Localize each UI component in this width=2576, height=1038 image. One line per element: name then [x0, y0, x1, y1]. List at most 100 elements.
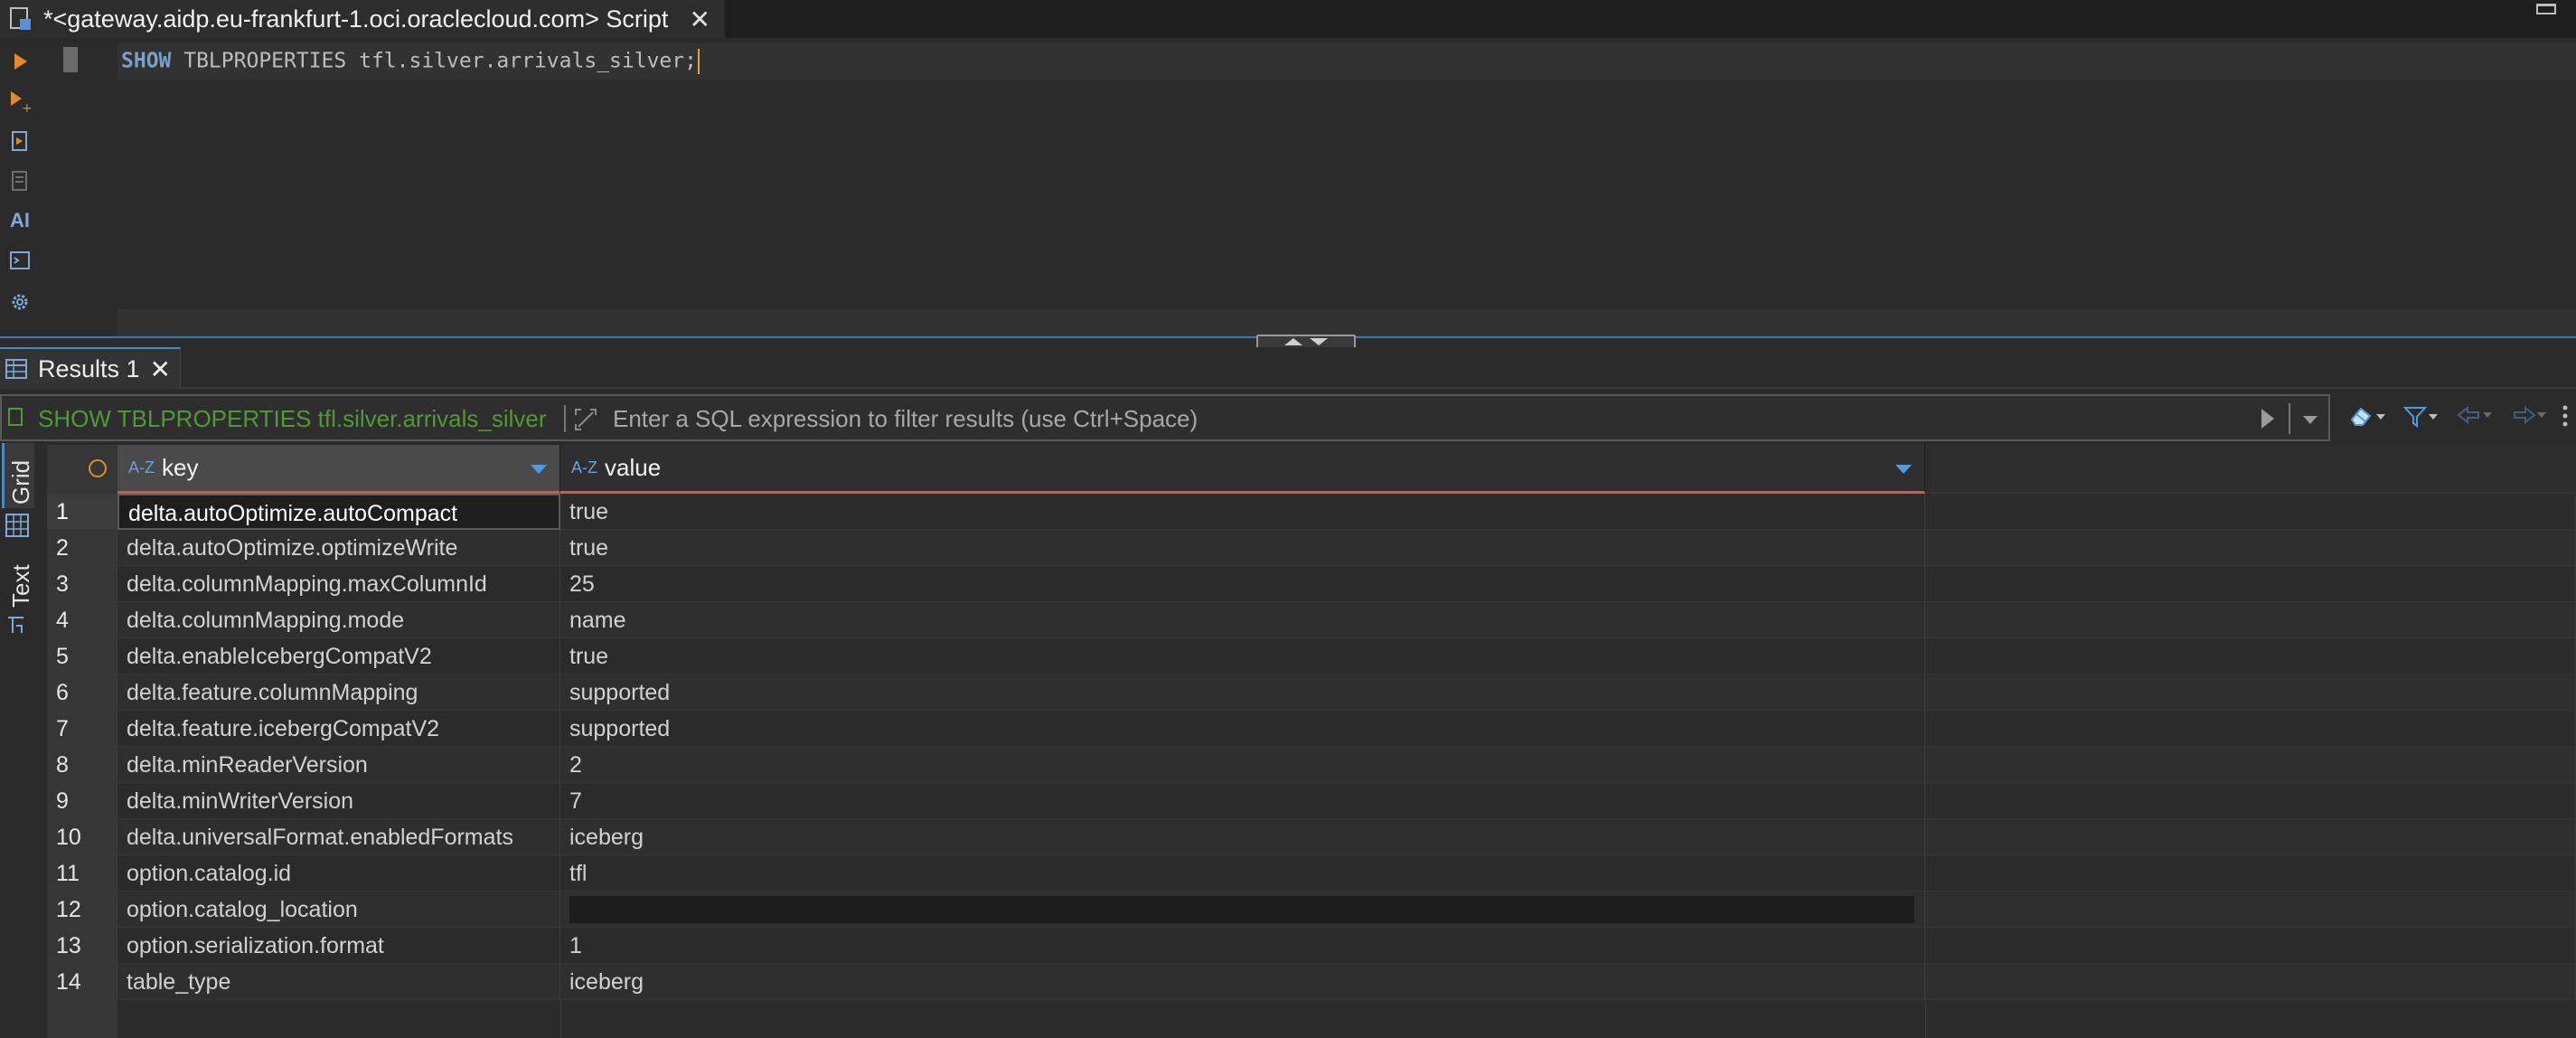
- row-number[interactable]: 10: [47, 819, 118, 855]
- panel-splitter[interactable]: [0, 335, 2576, 349]
- apply-filter-icon[interactable]: [2261, 409, 2274, 429]
- maximize-up-icon[interactable]: [1284, 338, 1302, 345]
- cell-key[interactable]: delta.feature.columnMapping: [118, 675, 560, 711]
- chevron-down-icon[interactable]: [2375, 412, 2386, 421]
- table-row[interactable]: 5 delta.enableIcebergCompatV2 true: [47, 638, 2576, 675]
- cell-value[interactable]: iceberg: [560, 819, 1925, 855]
- cell-key[interactable]: delta.enableIcebergCompatV2: [118, 638, 560, 675]
- table-row[interactable]: 12 option.catalog_location: [47, 892, 2576, 928]
- execute-statement-icon[interactable]: [7, 49, 33, 74]
- cell-key[interactable]: table_type: [118, 964, 560, 1000]
- editor-toolbar: + AI: [0, 38, 40, 336]
- cell-key[interactable]: delta.autoOptimize.optimizeWrite: [118, 530, 560, 566]
- cell-key[interactable]: delta.feature.icebergCompatV2: [118, 711, 560, 747]
- record-mode-icon[interactable]: [5, 613, 29, 637]
- cell-value[interactable]: iceberg: [560, 964, 1925, 1000]
- cell-value[interactable]: true: [560, 494, 1925, 530]
- history-back-button[interactable]: [2457, 405, 2493, 425]
- cell-value[interactable]: supported: [560, 675, 1925, 711]
- execute-script-icon[interactable]: +: [7, 89, 33, 114]
- chevron-down-icon[interactable]: [2536, 410, 2547, 420]
- sql-statement[interactable]: SHOW TBLPROPERTIES tfl.silver.arrivals_s…: [121, 49, 700, 74]
- cell-value[interactable]: 1: [560, 928, 1925, 964]
- more-options-icon[interactable]: [2562, 403, 2569, 429]
- table-row[interactable]: 13 option.serialization.format 1: [47, 928, 2576, 964]
- editor-tab-title: *<gateway.aidp.eu-frankfurt-1.oci.oracle…: [43, 5, 669, 33]
- table-row[interactable]: 10 delta.universalFormat.enabledFormats ic…: [47, 819, 2576, 855]
- table-row[interactable]: 8 delta.minReaderVersion 2: [47, 747, 2576, 783]
- cell-key[interactable]: delta.minReaderVersion: [118, 747, 560, 783]
- table-row[interactable]: 2 delta.autoOptimize.optimizeWrite true: [47, 530, 2576, 566]
- column-header-value[interactable]: A-Z value: [560, 445, 1925, 494]
- table-row[interactable]: 4 delta.columnMapping.mode name: [47, 602, 2576, 638]
- chevron-down-icon[interactable]: [2482, 410, 2493, 420]
- grid-view-icon[interactable]: [4, 512, 31, 539]
- cell-key[interactable]: option.catalog.id: [118, 855, 560, 892]
- cell-key[interactable]: delta.universalFormat.enabledFormats: [118, 819, 560, 855]
- cell-value[interactable]: 2: [560, 747, 1925, 783]
- terminal-icon[interactable]: [7, 248, 33, 273]
- explain-plan-icon[interactable]: [7, 128, 33, 154]
- row-number[interactable]: 8: [47, 747, 118, 783]
- cell-value[interactable]: true: [560, 638, 1925, 675]
- row-number[interactable]: 11: [47, 855, 118, 892]
- cell-value[interactable]: tfl: [560, 855, 1925, 892]
- table-row[interactable]: 1 delta.autoOptimize.autoCompact true: [47, 494, 2576, 530]
- column-header-key[interactable]: A-Z key: [118, 445, 560, 494]
- sql-keyword: SHOW: [121, 49, 172, 73]
- close-icon[interactable]: ✕: [690, 5, 710, 34]
- cell-key[interactable]: delta.columnMapping.maxColumnId: [118, 566, 560, 602]
- select-all-corner[interactable]: [47, 445, 118, 494]
- row-number[interactable]: 14: [47, 964, 118, 1000]
- cell-value[interactable]: 25: [560, 566, 1925, 602]
- ai-assistant-icon[interactable]: AI: [7, 208, 33, 233]
- row-number[interactable]: 1: [47, 494, 118, 530]
- row-number[interactable]: 13: [47, 928, 118, 964]
- row-number[interactable]: 5: [47, 638, 118, 675]
- row-number[interactable]: 7: [47, 711, 118, 747]
- row-number[interactable]: 6: [47, 675, 118, 711]
- results-tab-label: Results 1: [38, 354, 140, 382]
- close-icon[interactable]: ✕: [150, 354, 171, 384]
- chevron-down-icon[interactable]: [2428, 412, 2439, 421]
- cell-value[interactable]: [560, 892, 1925, 928]
- cell-value[interactable]: 7: [560, 783, 1925, 819]
- column-filter-dropdown-icon[interactable]: [1895, 465, 1912, 474]
- table-row[interactable]: 9 delta.minWriterVersion 7: [47, 783, 2576, 819]
- row-number[interactable]: 2: [47, 530, 118, 566]
- minimize-icon[interactable]: [2536, 4, 2556, 14]
- restore-down-icon[interactable]: [1310, 338, 1328, 345]
- row-number[interactable]: 9: [47, 783, 118, 819]
- table-row[interactable]: 11 option.catalog.id tfl: [47, 855, 2576, 892]
- cell-key[interactable]: delta.minWriterVersion: [118, 783, 560, 819]
- table-row[interactable]: 7 delta.feature.icebergCompatV2 supported: [47, 711, 2576, 747]
- cell-key[interactable]: option.serialization.format: [118, 928, 560, 964]
- query-label[interactable]: SHOW TBLPROPERTIES tfl.silver.arrivals_s…: [38, 405, 547, 433]
- table-row[interactable]: 14 table_type iceberg: [47, 964, 2576, 1000]
- cell-value[interactable]: name: [560, 602, 1925, 638]
- sql-editor[interactable]: SHOW TBLPROPERTIES tfl.silver.arrivals_s…: [118, 38, 2576, 309]
- row-number[interactable]: 12: [47, 892, 118, 928]
- column-filter-dropdown-icon[interactable]: [531, 465, 547, 474]
- cell-key[interactable]: delta.autoOptimize.autoCompact: [118, 494, 560, 530]
- history-forward-button[interactable]: [2511, 405, 2547, 425]
- filter-history-dropdown-icon[interactable]: [2303, 416, 2317, 424]
- cell-value[interactable]: true: [560, 530, 1925, 566]
- row-number[interactable]: 3: [47, 566, 118, 602]
- editor-horizontal-scrollbar[interactable]: [118, 309, 2576, 336]
- tab-results-1[interactable]: Results 1 ✕: [0, 347, 181, 389]
- table-row[interactable]: 6 delta.feature.columnMapping supported: [47, 675, 2576, 711]
- expand-filter-icon[interactable]: [573, 407, 598, 432]
- clear-filter-button[interactable]: [2348, 405, 2386, 429]
- cell-value[interactable]: supported: [560, 711, 1925, 747]
- string-type-icon: A-Z: [128, 458, 155, 477]
- row-number[interactable]: 4: [47, 602, 118, 638]
- editor-tab[interactable]: *<gateway.aidp.eu-frankfurt-1.oci.oracle…: [0, 0, 725, 38]
- settings-icon[interactable]: [7, 289, 33, 315]
- filter-input[interactable]: [611, 401, 2242, 436]
- cell-key[interactable]: option.catalog_location: [118, 892, 560, 928]
- load-plan-icon[interactable]: [7, 168, 33, 193]
- table-row[interactable]: 3 delta.columnMapping.maxColumnId 25: [47, 566, 2576, 602]
- cell-key[interactable]: delta.columnMapping.mode: [118, 602, 560, 638]
- filter-settings-button[interactable]: [2402, 405, 2439, 429]
